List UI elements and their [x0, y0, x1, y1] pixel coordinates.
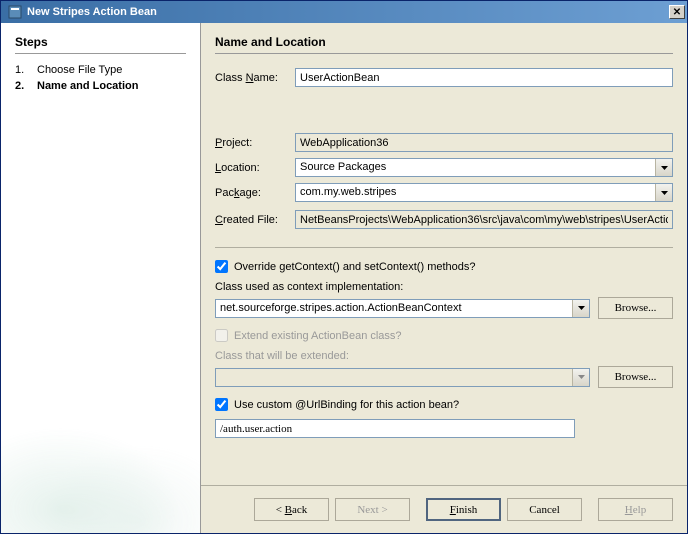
extendclass-label: Class that will be extended: — [215, 350, 673, 362]
step-label: Choose File Type — [37, 64, 122, 76]
row-project: Project: — [215, 133, 673, 152]
urlbinding-label: Use custom @UrlBinding for this action b… — [234, 399, 459, 411]
label-project: Project: — [215, 137, 295, 149]
extendclass-combo — [215, 368, 590, 387]
row-extend: Extend existing ActionBean class? — [215, 329, 673, 342]
label-package: Package: — [215, 187, 295, 199]
window-title: New Stripes Action Bean — [27, 6, 669, 18]
override-label: Override getContext() and setContext() m… — [234, 261, 476, 273]
step-item: 1. Choose File Type — [15, 64, 186, 76]
override-checkbox[interactable] — [215, 260, 228, 273]
row-extendclass: Browse... — [215, 366, 673, 388]
titlebar: New Stripes Action Bean ✕ — [1, 1, 687, 23]
contextclass-value: net.sourceforge.stripes.action.ActionBea… — [216, 300, 572, 317]
extendclass-value — [216, 369, 572, 386]
browse-extend-button[interactable]: Browse... — [598, 366, 673, 388]
location-value: Source Packages — [296, 159, 655, 176]
steps-panel: Steps 1. Choose File Type 2. Name and Lo… — [1, 23, 201, 533]
chevron-down-icon — [572, 369, 589, 386]
project-input — [295, 133, 673, 152]
row-createdfile: Created File: — [215, 210, 673, 229]
label-classname: Class Name: — [215, 72, 295, 84]
row-urlbinding: Use custom @UrlBinding for this action b… — [215, 398, 673, 411]
steps-divider — [15, 53, 186, 54]
label-createdfile: Created File: — [215, 214, 295, 226]
help-button: Help — [598, 498, 673, 521]
finish-button[interactable]: Finish — [426, 498, 501, 521]
back-button[interactable]: < Back — [254, 498, 329, 521]
section-divider — [215, 53, 673, 54]
row-contextclass: net.sourceforge.stripes.action.ActionBea… — [215, 297, 673, 319]
chevron-down-icon[interactable] — [655, 184, 672, 201]
urlbinding-checkbox[interactable] — [215, 398, 228, 411]
row-location: Location: Source Packages — [215, 158, 673, 177]
contextclass-combo[interactable]: net.sourceforge.stripes.action.ActionBea… — [215, 299, 590, 318]
createdfile-input — [295, 210, 673, 229]
step-item-current: 2. Name and Location — [15, 80, 186, 92]
row-override: Override getContext() and setContext() m… — [215, 260, 673, 273]
row-classname: Class Name: — [215, 68, 673, 87]
chevron-down-icon[interactable] — [655, 159, 672, 176]
browse-context-button[interactable]: Browse... — [598, 297, 673, 319]
steps-heading: Steps — [15, 35, 186, 49]
cancel-button[interactable]: Cancel — [507, 498, 582, 521]
close-button[interactable]: ✕ — [669, 5, 685, 19]
package-value: com.my.web.stripes — [296, 184, 655, 201]
step-number: 1. — [15, 64, 37, 76]
contextclass-label: Class used as context implementation: — [215, 281, 673, 293]
extend-label: Extend existing ActionBean class? — [234, 330, 402, 342]
button-bar: < Back Next > Finish Cancel Help — [201, 485, 687, 533]
label-location: Location: — [215, 162, 295, 174]
classname-input[interactable] — [295, 68, 673, 87]
extend-checkbox — [215, 329, 228, 342]
location-combo[interactable]: Source Packages — [295, 158, 673, 177]
mid-divider — [215, 247, 673, 248]
package-combo[interactable]: com.my.web.stripes — [295, 183, 673, 202]
section-title: Name and Location — [215, 35, 673, 49]
next-button: Next > — [335, 498, 410, 521]
content: Steps 1. Choose File Type 2. Name and Lo… — [1, 23, 687, 533]
app-icon — [7, 4, 23, 20]
urlbinding-input[interactable] — [215, 419, 575, 438]
row-package: Package: com.my.web.stripes — [215, 183, 673, 202]
step-number: 2. — [15, 80, 37, 92]
form-area: Name and Location Class Name: Project: L… — [215, 35, 673, 477]
chevron-down-icon[interactable] — [572, 300, 589, 317]
wizard-window: New Stripes Action Bean ✕ Steps 1. Choos… — [0, 0, 688, 534]
main-panel: Name and Location Class Name: Project: L… — [201, 23, 687, 533]
step-label: Name and Location — [37, 80, 138, 92]
